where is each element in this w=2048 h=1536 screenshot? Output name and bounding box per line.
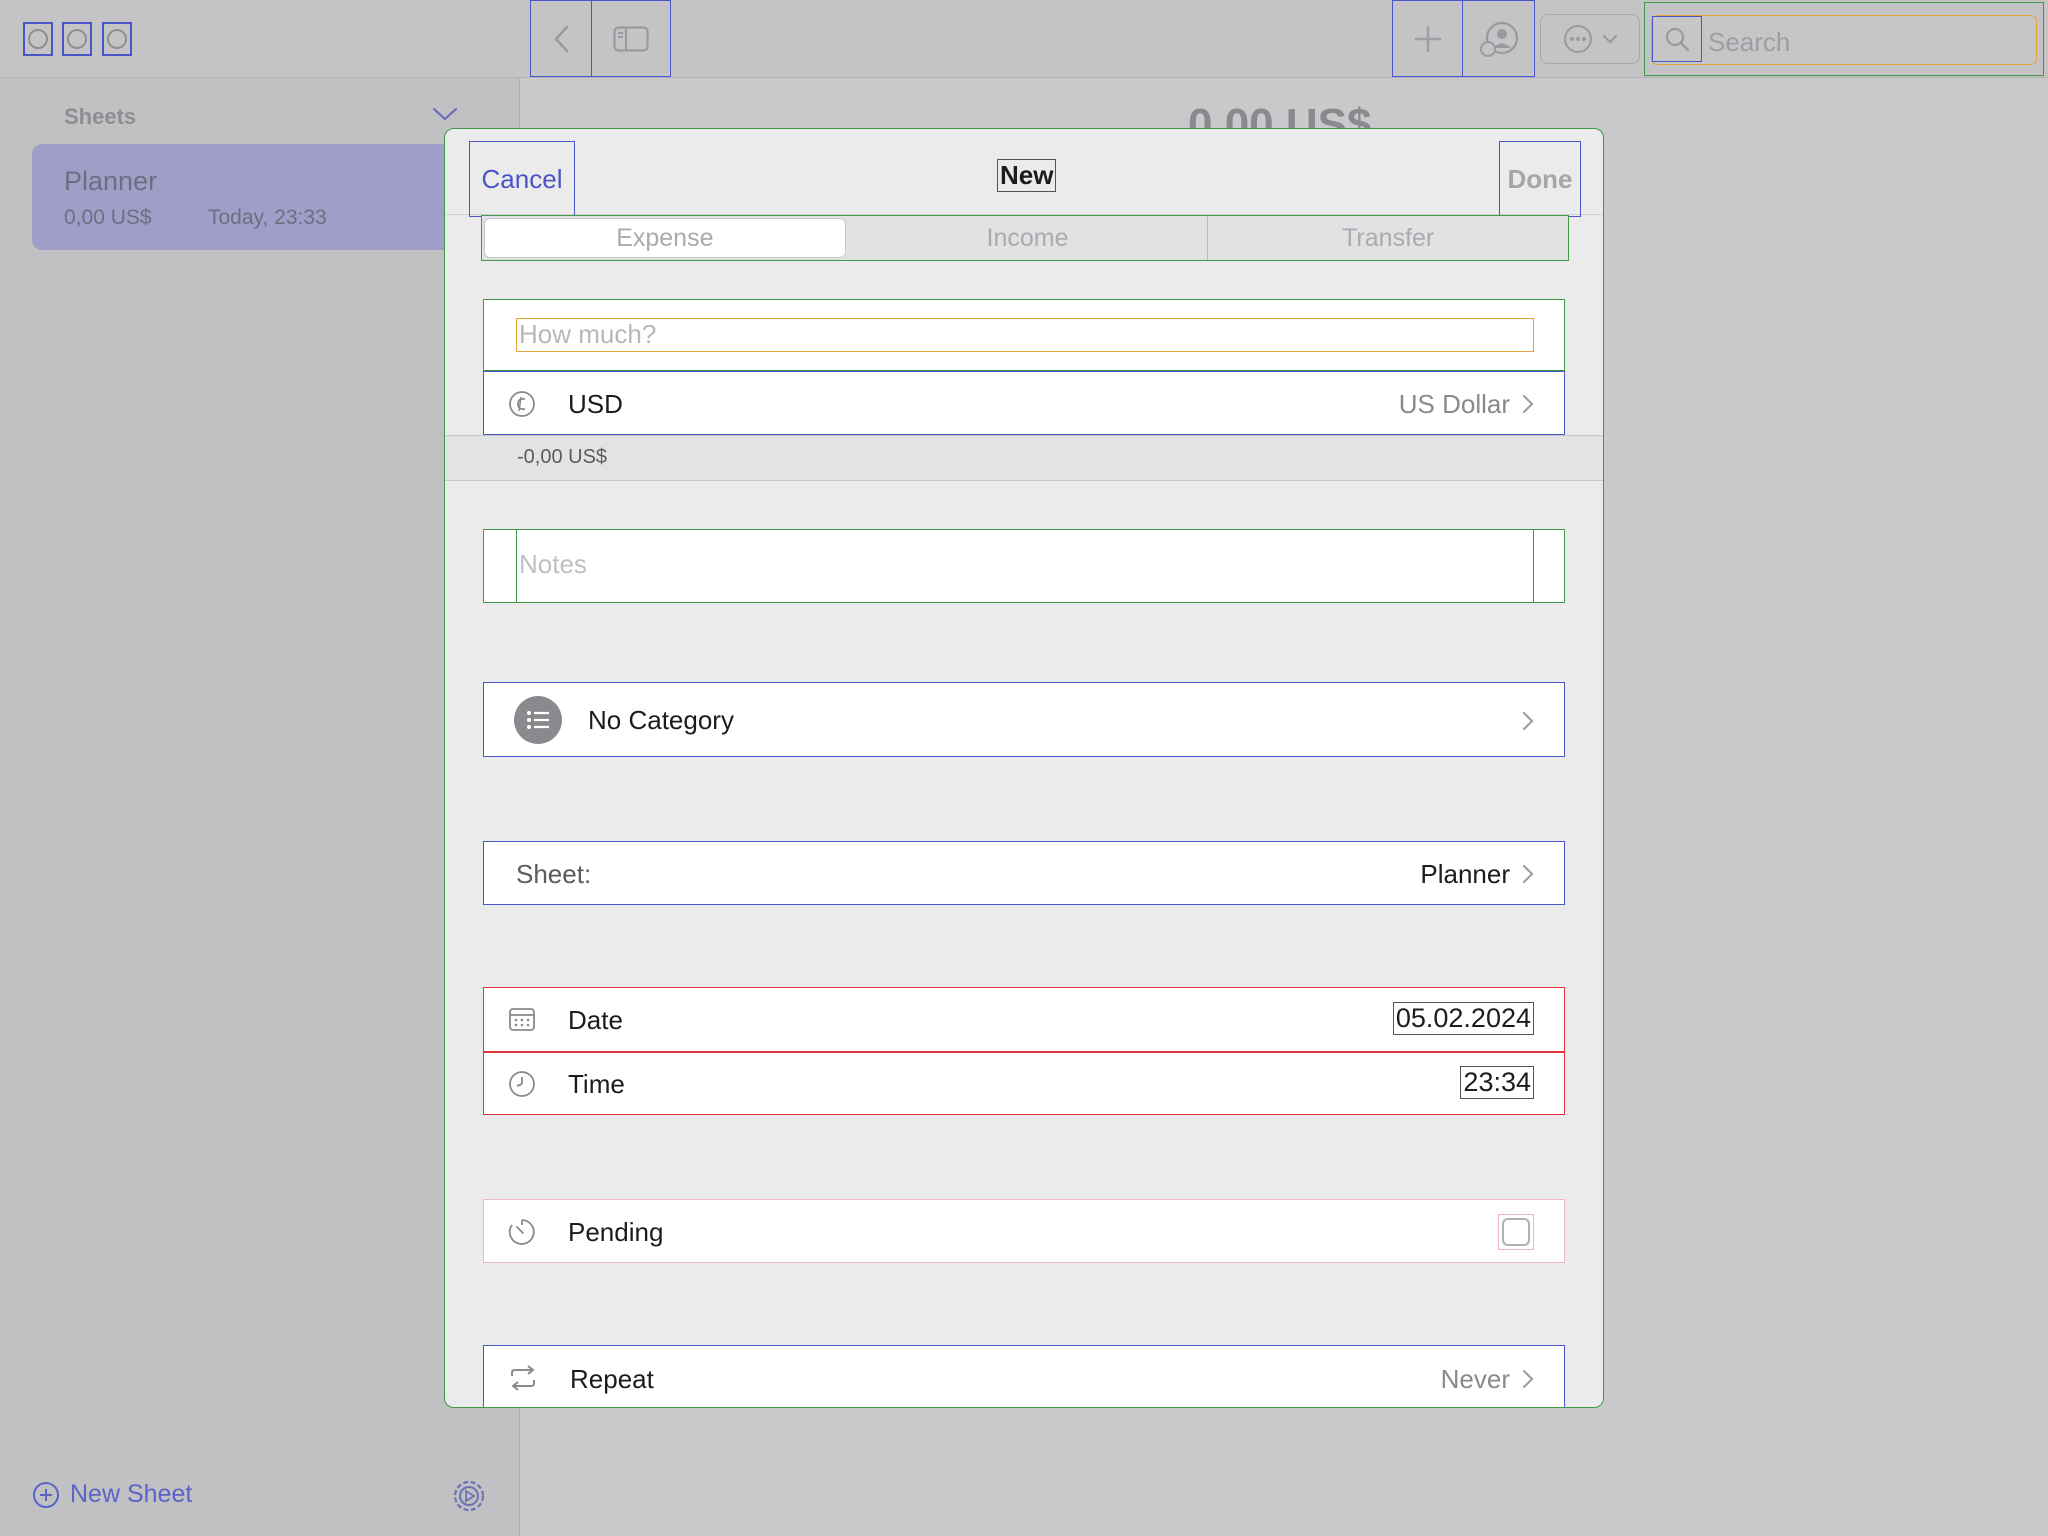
add-entry-button[interactable]: [1392, 0, 1463, 77]
more-menu-button[interactable]: [1540, 14, 1640, 64]
sidebar: Sheets Planner 0,00 US$ Today, 23:33 New…: [0, 78, 520, 1536]
chevron-right-icon: [1522, 394, 1534, 414]
search-input[interactable]: Search: [1651, 15, 2037, 65]
sidebar-item-planner[interactable]: Planner 0,00 US$ Today, 23:33: [32, 144, 512, 250]
search-placeholder: Search: [1708, 27, 1791, 57]
person-share-icon: [1479, 21, 1518, 57]
sidebar-icon: [613, 25, 649, 52]
modal-title: New: [997, 159, 1057, 192]
pending-row: Pending: [483, 1199, 1565, 1263]
time-picker[interactable]: 23:34: [1460, 1066, 1534, 1099]
repeat-label: Repeat: [570, 1364, 654, 1394]
sheet-date: Today, 23:33: [208, 206, 327, 229]
window-toolbar: Search: [0, 0, 2048, 78]
repeat-row[interactable]: Repeat Never: [483, 1345, 1565, 1407]
chevron-right-icon: [1522, 1369, 1534, 1389]
converted-amount-band: -0,00 US$: [445, 435, 1603, 481]
entry-type-segmented-control: Expense Income Transfer: [481, 215, 1569, 261]
repeat-value: Never: [1440, 1364, 1510, 1394]
date-label: Date: [568, 1005, 623, 1035]
divider: [484, 1051, 1564, 1053]
segment-income[interactable]: Income: [848, 216, 1209, 260]
sheet-row[interactable]: Sheet: Planner: [483, 841, 1565, 905]
sheet-label: Sheet:: [516, 859, 592, 889]
plus-circle-icon: [33, 1481, 59, 1508]
currency-name: US Dollar: [1398, 389, 1510, 419]
checkbox-box: [1502, 1218, 1530, 1246]
sheet-amount: 0,00 US$: [64, 206, 152, 229]
notes-input[interactable]: Notes: [516, 529, 1534, 603]
chevron-down-icon: [1603, 34, 1617, 44]
clock-icon: [509, 1071, 535, 1097]
currency-row[interactable]: USD US Dollar: [483, 371, 1565, 435]
close-icon: [28, 29, 48, 49]
list-icon: [514, 696, 562, 744]
done-button[interactable]: Done: [1499, 141, 1581, 217]
segment-transfer[interactable]: Transfer: [1208, 216, 1568, 260]
search-container: Search: [1644, 2, 2044, 76]
repeat-icon: [511, 1365, 535, 1391]
chevron-left-icon: [554, 25, 569, 52]
new-entry-modal: Cancel New Done Expense Income Transfer …: [444, 128, 1604, 1408]
zoom-icon: [107, 29, 127, 49]
notes-row: Notes: [483, 529, 1565, 603]
segment-expense[interactable]: Expense: [484, 218, 846, 258]
date-picker[interactable]: 05.02.2024: [1392, 1002, 1534, 1035]
calendar-icon: [509, 1008, 535, 1031]
chevron-down-icon[interactable]: [432, 106, 458, 122]
date-time-group: Date 05.02.2024 Time 23:34: [483, 987, 1565, 1115]
category-row[interactable]: No Category: [483, 682, 1565, 757]
notes-placeholder: Notes: [519, 549, 587, 579]
minimize-icon: [67, 29, 87, 49]
modal-header: Cancel New Done: [445, 129, 1603, 217]
sheet-value: Planner: [1420, 859, 1510, 889]
currency-icon: [509, 391, 535, 417]
amount-row: How much?: [483, 299, 1565, 371]
category-label: No Category: [588, 705, 734, 735]
zoom-window-button[interactable]: [102, 22, 132, 56]
minimize-window-button[interactable]: [62, 22, 92, 56]
close-window-button[interactable]: [23, 22, 53, 56]
currency-code: USD: [568, 389, 623, 419]
cancel-button[interactable]: Cancel: [469, 141, 575, 217]
share-button[interactable]: [1462, 0, 1535, 77]
pending-checkbox[interactable]: [1498, 1214, 1534, 1250]
chevron-right-icon: [1522, 711, 1534, 731]
time-label: Time: [568, 1069, 625, 1099]
pending-label: Pending: [568, 1217, 664, 1247]
chevron-right-icon: [1522, 864, 1534, 884]
amount-input[interactable]: How much?: [516, 318, 1534, 352]
converted-amount: -0,00 US$: [517, 446, 608, 468]
ellipsis-circle-icon: [1564, 25, 1592, 53]
new-sheet-label: New Sheet: [70, 1480, 193, 1508]
search-icon: [1652, 16, 1702, 62]
plus-icon: [1414, 25, 1441, 52]
back-button[interactable]: [530, 0, 592, 77]
toggle-sidebar-button[interactable]: [591, 0, 671, 77]
timer-icon: [508, 1219, 535, 1245]
sheet-name: Planner: [64, 166, 158, 196]
gear-icon[interactable]: [452, 1479, 486, 1513]
sheets-section-header: Sheets: [64, 104, 137, 129]
new-sheet-button[interactable]: New Sheet: [32, 1480, 192, 1509]
